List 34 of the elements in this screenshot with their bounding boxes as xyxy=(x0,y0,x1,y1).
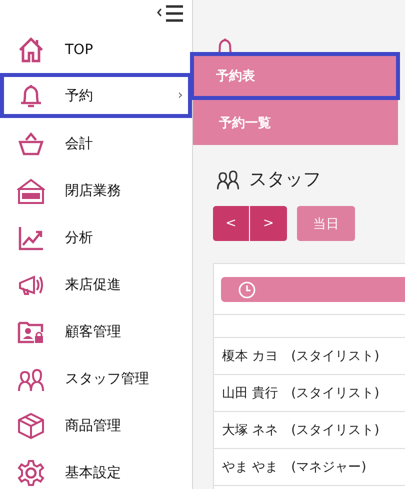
nav-button[interactable]: > xyxy=(250,206,287,241)
gear-icon xyxy=(17,458,45,486)
collapse-menu-icon[interactable] xyxy=(156,4,184,22)
staff-name: 山田 貴行 (スタイリスト) xyxy=(222,385,380,402)
clock-icon xyxy=(238,280,256,298)
sidebar-label: 顧客管理 xyxy=(65,322,121,340)
sidebar-label: スタッフ管理 xyxy=(65,370,149,388)
home-icon xyxy=(17,36,45,64)
sidebar-label: 分析 xyxy=(65,228,93,246)
sidebar-item[interactable]: 商品管理 xyxy=(0,402,194,449)
sign-icon xyxy=(17,176,45,204)
nav-button[interactable]: < xyxy=(213,206,250,241)
basket-icon xyxy=(17,130,45,158)
sidebar-label: TOP xyxy=(65,42,94,58)
sidebar-label: 商品管理 xyxy=(65,416,121,434)
sidebar-item[interactable]: 予約 › xyxy=(0,73,192,118)
box-icon xyxy=(17,412,45,440)
sidebar-label: 閉店業務 xyxy=(65,182,121,200)
sidebar-item[interactable]: 顧客管理 xyxy=(0,308,194,355)
sidebar-label: 会計 xyxy=(65,134,93,152)
sidebar-item[interactable]: 会計 xyxy=(0,120,194,167)
sidebar-item[interactable]: 分析 xyxy=(0,214,194,261)
sidebar-item[interactable]: 来店促進 xyxy=(0,261,194,308)
chevron-right-icon: › xyxy=(178,88,183,103)
staff-name: やま やま (マネジャー) xyxy=(222,459,366,476)
staff-name: 榎本 カヨ (スタイリスト) xyxy=(222,348,380,365)
section-title: スタッフ xyxy=(249,168,321,191)
sidebar-label: 来店促進 xyxy=(65,276,121,294)
staff-name: 大塚 ネネ (スタイリスト) xyxy=(222,422,380,439)
sidebar-item[interactable]: 基本設定 xyxy=(0,449,194,489)
sidebar-label: 基本設定 xyxy=(65,464,121,482)
sidebar-item[interactable]: 閉店業務 xyxy=(0,167,194,214)
sidebar-label: 予約 xyxy=(65,86,93,104)
sidebar-item[interactable]: スタッフ管理 xyxy=(0,355,194,402)
